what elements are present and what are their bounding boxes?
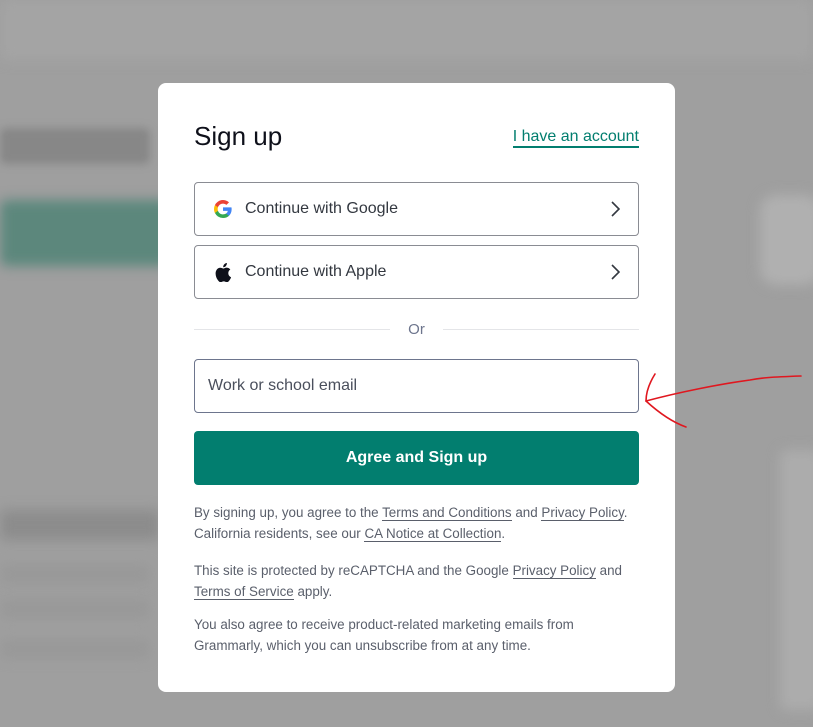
divider-line [442, 328, 640, 330]
terms-link[interactable]: Terms and Conditions [382, 505, 512, 521]
continue-with-apple-button[interactable]: Continue with Apple [194, 245, 639, 299]
legal-text: This site is protected by reCAPTCHA and … [194, 563, 513, 578]
privacy-policy-link[interactable]: Privacy Policy [541, 505, 624, 521]
or-text: Or [408, 320, 425, 338]
annotation-arrow [645, 373, 802, 428]
ca-notice-link[interactable]: CA Notice at Collection [364, 526, 502, 542]
divider-line [194, 328, 391, 330]
marketing-notice: You also agree to receive product-relate… [194, 617, 574, 653]
legal-text: and [595, 563, 622, 578]
terms-of-service-link[interactable]: Terms of Service [194, 584, 294, 600]
terms-notice: By signing up, you agree to the Terms an… [194, 502, 639, 544]
chevron-right-icon [606, 200, 624, 218]
email-field[interactable] [194, 359, 639, 413]
legal-text: apply. [293, 584, 333, 599]
legal-text: By signing up, you agree to the [194, 505, 383, 520]
or-divider: Or [194, 319, 640, 339]
continue-with-google-button[interactable]: Continue with Google [194, 182, 639, 236]
modal-header: Sign up I have an account [194, 83, 639, 193]
legal-text: and [511, 505, 542, 520]
legal-text: . [501, 526, 506, 541]
have-account-link[interactable]: I have an account [512, 128, 639, 148]
google-privacy-policy-link[interactable]: Privacy Policy [512, 563, 596, 579]
chevron-right-icon [606, 263, 624, 281]
recaptcha-notice: This site is protected by reCAPTCHA and … [194, 560, 639, 602]
modal-title: Sign up [194, 121, 283, 151]
signup-modal: Sign up I have an account Continue with … [158, 83, 675, 692]
apple-button-label: Continue with Apple [245, 263, 387, 280]
apple-icon [213, 262, 233, 282]
google-button-label: Continue with Google [245, 200, 398, 217]
agree-and-sign-up-button[interactable]: Agree and Sign up [194, 431, 639, 485]
google-icon [213, 199, 233, 219]
